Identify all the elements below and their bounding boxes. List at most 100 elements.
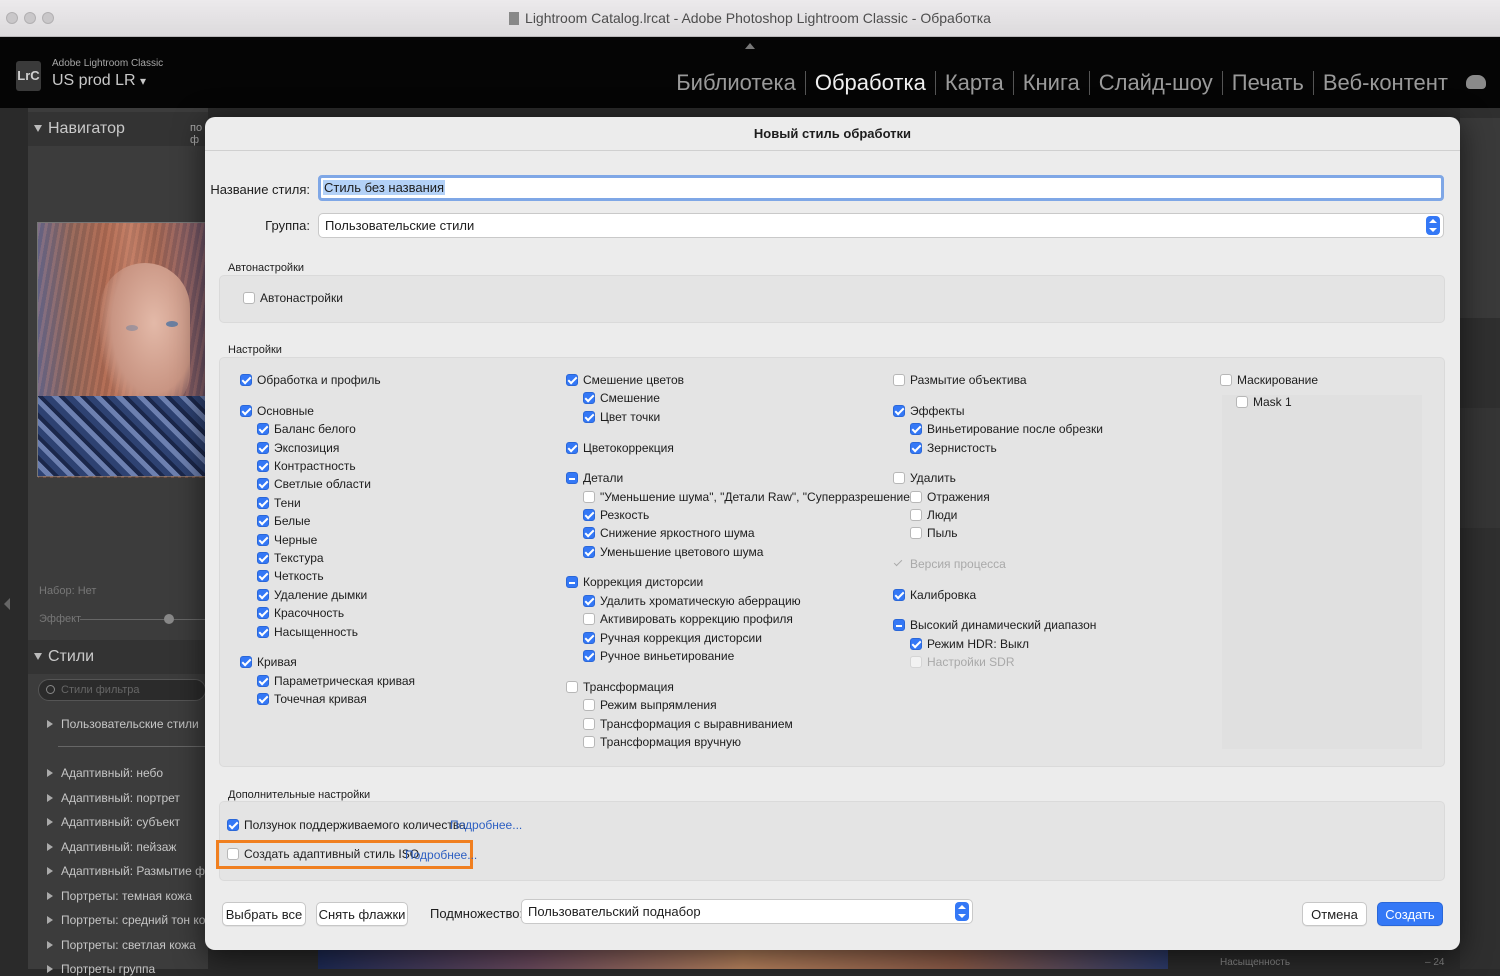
style-group-item[interactable]: Адаптивный: небо xyxy=(47,766,163,780)
checkbox-manual-vignetting[interactable]: Ручное виньетирование xyxy=(583,649,734,663)
select-all-button[interactable]: Выбрать все xyxy=(222,902,306,926)
checkbox-shadows[interactable]: Тени xyxy=(257,496,301,510)
expand-triangle-icon xyxy=(47,965,53,973)
checkbox-color-grading[interactable]: Цветокоррекция xyxy=(566,441,674,455)
group-label: Группа: xyxy=(265,218,310,233)
search-icon xyxy=(46,685,55,694)
checkbox-curve[interactable]: Кривая xyxy=(240,655,297,669)
subset-select[interactable]: Пользовательский поднабор xyxy=(521,899,973,924)
checkbox-mask-1[interactable]: Mask 1 xyxy=(1236,395,1292,409)
checkbox-dust[interactable]: Пыль xyxy=(910,526,958,540)
checkbox-basic[interactable]: Основные xyxy=(240,404,314,418)
checkbox-upright-mode[interactable]: Режим выпрямления xyxy=(583,698,717,712)
style-group-item[interactable]: Портреты: средний тон кожи xyxy=(47,913,220,927)
checkbox-hdr-mode-off[interactable]: Режим HDR: Выкл xyxy=(910,637,1029,651)
checkbox-parametric-curve[interactable]: Параметрическая кривая xyxy=(257,674,415,688)
learn-more-link-iso[interactable]: Подробнее... xyxy=(405,848,477,862)
checkbox-icon xyxy=(257,607,269,619)
checkbox-color-nr[interactable]: Уменьшение цветового шума xyxy=(583,545,763,559)
preset-name-input[interactable]: Стиль без названия xyxy=(318,175,1444,201)
checkbox-vibrance[interactable]: Красочность xyxy=(257,606,344,620)
effect-slider-knob[interactable] xyxy=(164,614,174,624)
style-group-item[interactable]: Портреты: темная кожа xyxy=(47,889,192,903)
checkbox-hdr[interactable]: Высокий динамический диапазон xyxy=(893,618,1096,632)
checkbox-masking[interactable]: Маскирование xyxy=(1220,373,1318,387)
module-develop[interactable]: Обработка xyxy=(815,70,926,96)
catalog-name[interactable]: US prod LR ▾ xyxy=(52,72,146,90)
auto-settings-checkbox[interactable]: Автонастройки xyxy=(243,291,343,305)
checkbox-lens-corrections[interactable]: Коррекция дисторсии xyxy=(566,575,703,589)
module-print[interactable]: Печать xyxy=(1232,70,1304,96)
cancel-button[interactable]: Отмена xyxy=(1302,902,1367,926)
checkbox-amount-slider[interactable]: Ползунок поддерживаемого количества xyxy=(227,818,466,832)
checkbox-luminance-nr[interactable]: Снижение яркостного шума xyxy=(583,526,755,540)
checkbox-remove[interactable]: Удалить xyxy=(893,471,956,485)
checkbox-grain[interactable]: Зернистость xyxy=(910,441,997,455)
checkbox-manual-transform[interactable]: Трансформация вручную xyxy=(583,735,741,749)
checkbox-effects[interactable]: Эффекты xyxy=(893,404,965,418)
checkbox-highlights[interactable]: Светлые области xyxy=(257,477,371,491)
checkbox-contrast[interactable]: Контрастность xyxy=(257,459,356,473)
checkbox-reflections[interactable]: Отражения xyxy=(910,490,990,504)
checkbox-remove-ca[interactable]: Удалить хроматическую аберрацию xyxy=(583,594,801,608)
checkbox-icon xyxy=(893,619,905,631)
navigator-preview-image[interactable] xyxy=(37,222,208,478)
left-panel-toggle-arrow-icon[interactable] xyxy=(4,598,10,610)
checkbox-white-balance[interactable]: Баланс белого xyxy=(257,422,356,436)
deselect-all-button[interactable]: Снять флажки xyxy=(316,902,408,926)
saturation-value: – 24 xyxy=(1425,957,1445,968)
module-web[interactable]: Веб-контент xyxy=(1323,70,1448,96)
style-group-item[interactable]: Пользовательские стили xyxy=(47,717,199,731)
checkbox-point-curve[interactable]: Точечная кривая xyxy=(257,692,367,706)
checkbox-icon xyxy=(1236,396,1248,408)
styles-header[interactable]: Стили xyxy=(28,640,208,674)
effect-slider-track[interactable] xyxy=(80,619,206,620)
checkbox-whites[interactable]: Белые xyxy=(257,514,310,528)
style-group-item[interactable]: Адаптивный: Размытие фона xyxy=(47,864,225,878)
checkbox-icon xyxy=(566,472,578,484)
checkbox-process-profile[interactable]: Обработка и профиль xyxy=(240,373,381,387)
style-group-item[interactable]: Портреты группа xyxy=(47,962,155,976)
checkbox-dehaze[interactable]: Удаление дымки xyxy=(257,588,367,602)
style-group-item[interactable]: Адаптивный: пейзаж xyxy=(47,840,176,854)
checkbox-sharpening[interactable]: Резкость xyxy=(583,508,649,522)
checkbox-texture[interactable]: Текстура xyxy=(257,551,324,565)
module-map[interactable]: Карта xyxy=(945,70,1004,96)
module-book[interactable]: Книга xyxy=(1023,70,1080,96)
checkbox-denoise-raw-superres[interactable]: "Уменьшение шума", "Детали Raw", "Суперр… xyxy=(583,490,914,504)
learn-more-link-amount[interactable]: Подробнее... xyxy=(450,818,522,832)
style-group-item[interactable]: Адаптивный: субъект xyxy=(47,815,180,829)
create-button[interactable]: Создать xyxy=(1377,902,1443,926)
document-icon xyxy=(509,12,520,25)
checkbox-detail[interactable]: Детали xyxy=(566,471,623,485)
module-library[interactable]: Библиотека xyxy=(676,70,796,96)
checkbox-lens-blur[interactable]: Размытие объектива xyxy=(893,373,1027,387)
module-slideshow[interactable]: Слайд-шоу xyxy=(1099,70,1213,96)
group-select[interactable]: Пользовательские стили xyxy=(318,213,1444,238)
style-group-item[interactable]: Портреты: светлая кожа xyxy=(47,938,196,952)
checkbox-saturation[interactable]: Насыщенность xyxy=(257,625,358,639)
checkbox-icon xyxy=(893,374,905,386)
module-picker: Библиотека Обработка Карта Книга Слайд-ш… xyxy=(676,70,1448,96)
checkbox-color-mixer[interactable]: Смешение цветов xyxy=(566,373,684,387)
checkbox-transform[interactable]: Трансформация xyxy=(566,680,674,694)
checkbox-blacks[interactable]: Черные xyxy=(257,533,317,547)
checkbox-icon xyxy=(566,576,578,588)
style-group-item[interactable]: Адаптивный: портрет xyxy=(47,791,180,805)
checkbox-clarity[interactable]: Четкость xyxy=(257,569,324,583)
checkbox-point-color[interactable]: Цвет точки xyxy=(583,410,660,424)
styles-search-input[interactable]: Стили фильтра xyxy=(38,679,206,701)
cloud-sync-icon[interactable] xyxy=(1466,75,1486,89)
checkbox-manual-distortion[interactable]: Ручная коррекция дисторсии xyxy=(583,631,762,645)
checkbox-post-crop-vignetting[interactable]: Виньетирование после обрезки xyxy=(910,422,1103,436)
checkbox-exposure[interactable]: Экспозиция xyxy=(257,441,339,455)
navigator-header[interactable]: Навигатор по ф xyxy=(28,112,208,146)
checkbox-adaptive-iso[interactable]: Создать адаптивный стиль ISO xyxy=(227,847,419,861)
checkbox-people[interactable]: Люди xyxy=(910,508,957,522)
checkbox-profile-correction[interactable]: Активировать коррекцию профиля xyxy=(583,612,793,626)
checkbox-mixer[interactable]: Смешение xyxy=(583,391,660,405)
checkbox-calibration[interactable]: Калибровка xyxy=(893,588,976,602)
collapse-top-panel-arrow-icon[interactable] xyxy=(745,43,755,49)
expand-triangle-icon xyxy=(47,720,53,728)
checkbox-upright-transforms[interactable]: Трансформация с выравниванием xyxy=(583,717,793,731)
